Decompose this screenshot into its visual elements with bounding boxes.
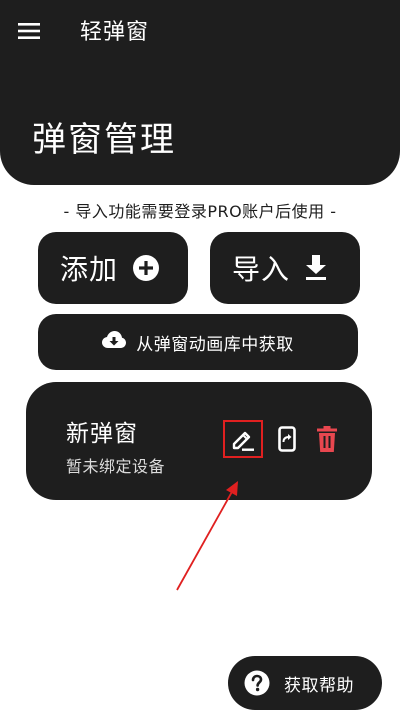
- app-title: 轻弹窗: [80, 20, 150, 45]
- bind-device-button[interactable]: [273, 424, 301, 454]
- pro-notice: - 导入功能需要登录PRO账户后使用 -: [63, 202, 337, 221]
- delete-button[interactable]: [313, 424, 341, 454]
- popup-status: 暂未绑定设备: [66, 457, 166, 476]
- app-root: 轻弹窗 弹窗管理 - 导入功能需要登录PRO账户后使用 - 添加 导入 从弹窗动…: [0, 0, 400, 727]
- menu-button[interactable]: [14, 16, 44, 46]
- popup-name: 新弹窗: [66, 421, 138, 447]
- popup-card[interactable]: 新弹窗 暂未绑定设备: [26, 382, 372, 500]
- help-button[interactable]: 获取帮助: [228, 656, 382, 710]
- trash-icon: [317, 426, 337, 452]
- page-title: 弹窗管理: [32, 120, 176, 160]
- add-button[interactable]: 添加: [38, 232, 188, 304]
- import-button-label: 导入: [232, 253, 291, 286]
- help-label: 获取帮助: [284, 675, 354, 696]
- pencil-icon: [232, 431, 254, 451]
- download-icon: [304, 255, 328, 281]
- add-button-label: 添加: [60, 253, 119, 286]
- menu-icon: [18, 23, 40, 39]
- header: 轻弹窗 弹窗管理: [0, 0, 400, 185]
- help-circle-icon: [244, 670, 270, 696]
- animation-library-button[interactable]: 从弹窗动画库中获取: [38, 314, 358, 370]
- edit-button[interactable]: [223, 420, 263, 458]
- import-button[interactable]: 导入: [210, 232, 360, 304]
- plus-circle-icon: [132, 254, 160, 282]
- cloud-download-icon: [102, 331, 127, 353]
- animation-library-label: 从弹窗动画库中获取: [136, 334, 294, 355]
- phone-share-icon: [278, 426, 296, 452]
